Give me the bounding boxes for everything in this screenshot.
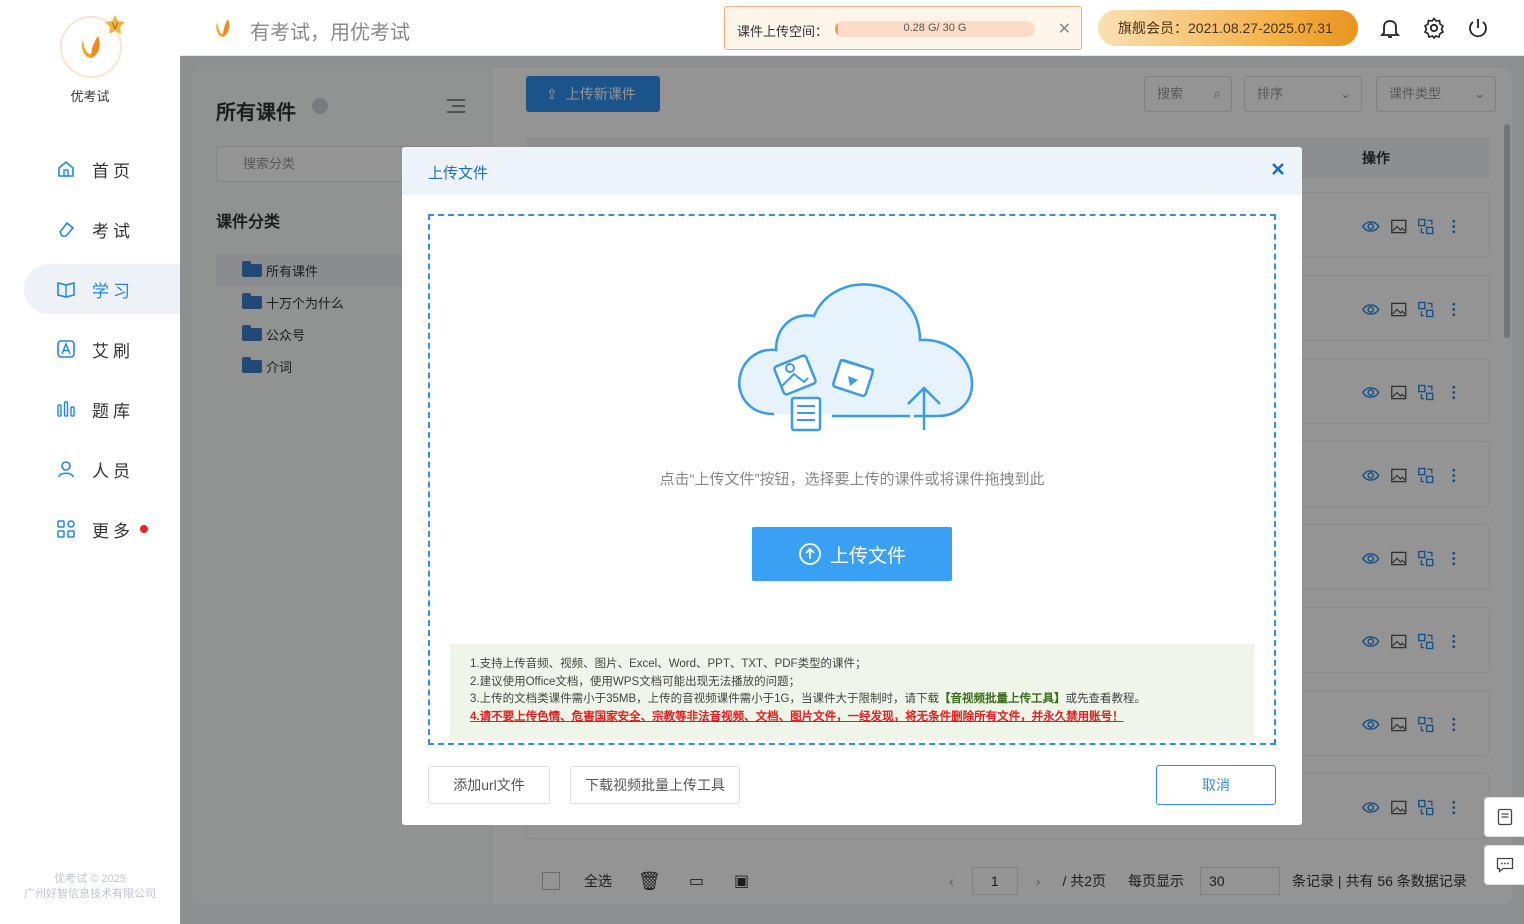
gear-icon[interactable]: [1422, 16, 1446, 40]
warning-note: 4.请不要上传色情、危害国家安全、宗教等非法音视频、文档、图片文件，一经发现，将…: [470, 710, 1124, 723]
sidebar-item-label: 首页: [92, 161, 134, 181]
app-logo[interactable]: V: [60, 15, 125, 78]
app-name: 优考试: [70, 89, 110, 104]
main-nav: 首页 考试 学习 艾刷 题库 人员 更多: [24, 144, 180, 564]
dropzone-hint: 点击“上传文件”按钮，选择要上传的课件或将课件拖拽到此: [659, 471, 1045, 488]
power-icon[interactable]: [1466, 16, 1490, 40]
svg-text:V: V: [112, 22, 119, 32]
sidebar-item-label: 题库: [92, 401, 134, 421]
notification-dot: [140, 525, 148, 533]
storage-usage-text: 0.28 G/ 30 G: [903, 22, 967, 34]
sidebar: V 优考试 首页 考试 学习 艾刷 题库 人员 更多 优考试 © 2025 广州…: [0, 0, 180, 924]
sidebar-item-label: 考试: [92, 221, 134, 241]
sidebar-item-aishua[interactable]: 艾刷: [24, 324, 180, 374]
sidebar-item-people[interactable]: 人员: [24, 444, 180, 494]
vip-membership-badge[interactable]: 旗舰会员：2021.08.27-2025.07.31: [1098, 10, 1358, 46]
book-icon: [56, 279, 76, 299]
sidebar-item-label: 更多: [92, 521, 134, 541]
copyright: 优考试 © 2025 广州好智信息技术有限公司: [0, 872, 180, 902]
cancel-button[interactable]: 取消: [1156, 765, 1276, 805]
note-line: 3.上传的文档类课件需小于35MB，上传的音视频课件需小于1G，当课件大于限制时…: [470, 691, 1234, 709]
float-chat-button[interactable]: [1484, 845, 1524, 885]
document-icon: [1497, 808, 1513, 826]
add-url-file-button[interactable]: 添加url文件: [428, 766, 550, 804]
slogan-logo-icon: [216, 19, 230, 37]
sidebar-item-home[interactable]: 首页: [24, 144, 180, 194]
sidebar-item-more[interactable]: 更多: [24, 504, 180, 554]
upload-dialog: 上传文件 点击“上传文件”按钮，选择要上传的课件或将课件拖拽到此 上传文件 1.…: [402, 147, 1302, 825]
download-tool-button[interactable]: 下载视频批量上传工具: [570, 766, 740, 804]
upload-file-button[interactable]: 上传文件: [752, 527, 952, 581]
sidebar-item-study[interactable]: 学习: [24, 264, 180, 314]
close-icon[interactable]: [1270, 161, 1286, 177]
storage-label: 课件上传空间：: [737, 24, 829, 39]
cloud-upload-illustration: [738, 283, 974, 432]
slogan: 有考试，用优考试: [250, 22, 410, 44]
note-text: 或先查看教程。: [1065, 693, 1146, 705]
upload-button-label: 上传文件: [829, 545, 906, 567]
storage-progress-bar: 0.28 G/ 30 G: [835, 21, 1035, 37]
float-note-button[interactable]: [1484, 797, 1524, 837]
chat-icon: [1496, 857, 1514, 873]
sidebar-item-label: 学习: [92, 281, 134, 301]
topbar: 有考试，用优考试 课件上传空间： 0.28 G/ 30 G ✕ 旗舰会员：202…: [180, 0, 1524, 56]
copyright-line: 优考试 © 2025: [54, 873, 126, 885]
upload-notes: 1.支持上传音频、视频、图片、Excel、Word、PPT、TXT、PDF类型的…: [450, 644, 1254, 740]
sidebar-item-exam[interactable]: 考试: [24, 204, 180, 254]
note-text: 3.上传的文档类课件需小于35MB，上传的音视频课件需小于1G，当课件大于限制时…: [470, 693, 939, 705]
home-icon: [56, 159, 76, 179]
note-line: 2.建议使用Office文档，使用WPS文档可能出现无法播放的问题；: [470, 675, 801, 688]
sidebar-item-label: 人员: [92, 461, 134, 481]
eraser-icon: [56, 219, 76, 239]
vip-crown-icon: V: [105, 15, 125, 34]
note-line: 1.支持上传音频、视频、图片、Excel、Word、PPT、TXT、PDF类型的…: [470, 658, 867, 670]
grid-icon: [56, 519, 76, 539]
storage-indicator: 课件上传空间： 0.28 G/ 30 G ✕: [724, 6, 1082, 50]
user-icon: [56, 459, 76, 479]
sidebar-item-label: 艾刷: [92, 341, 134, 361]
dialog-header: 上传文件: [402, 147, 1302, 195]
upload-circle-icon: [799, 543, 821, 565]
dialog-title: 上传文件: [428, 165, 489, 182]
close-icon[interactable]: ✕: [1058, 19, 1071, 39]
sidebar-item-questions[interactable]: 题库: [24, 384, 180, 434]
logo-icon: [81, 36, 100, 58]
file-dropzone[interactable]: 点击“上传文件”按钮，选择要上传的课件或将课件拖拽到此 上传文件 1.支持上传音…: [428, 214, 1276, 745]
letter-a-icon: [56, 339, 76, 359]
bell-icon[interactable]: [1378, 16, 1402, 40]
company-name: 广州好智信息技术有限公司: [24, 888, 156, 900]
batch-upload-tool-link[interactable]: 【音视频批量上传工具】: [939, 693, 1066, 705]
bar-chart-icon: [56, 399, 76, 419]
